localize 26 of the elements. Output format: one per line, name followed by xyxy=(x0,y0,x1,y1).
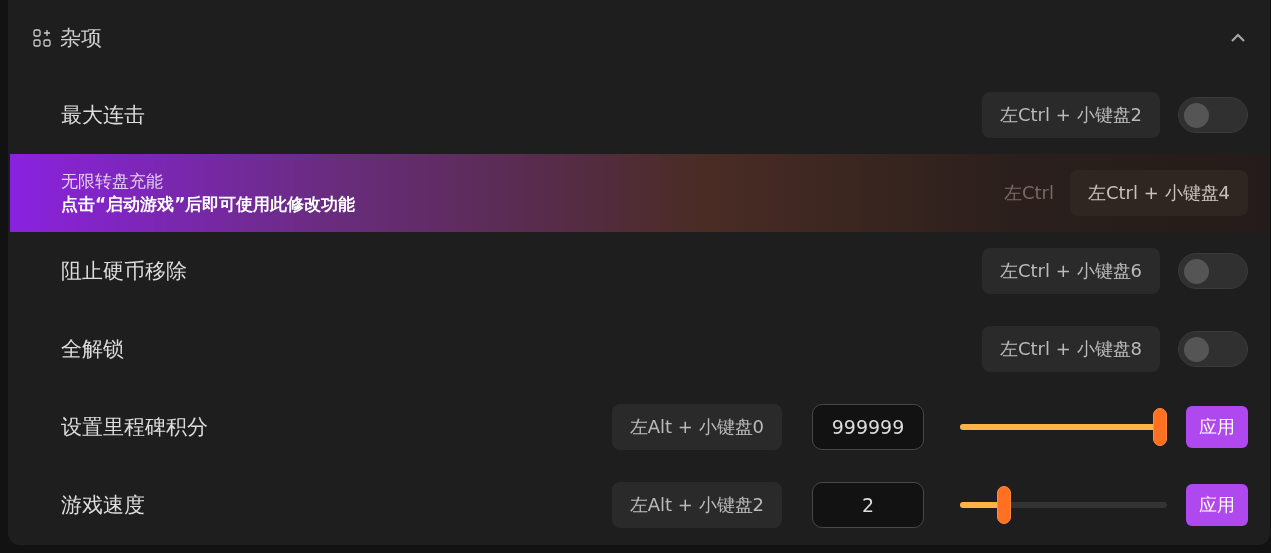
chevron-icon[interactable] xyxy=(1230,33,1246,43)
hotkey-chip[interactable]: 左Ctrl + 小键盘2 xyxy=(982,92,1160,138)
hotkey-chip[interactable]: 左Ctrl + 小键盘8 xyxy=(982,326,1160,372)
toggle-switch[interactable] xyxy=(1178,253,1248,289)
apply-button[interactable]: 应用 xyxy=(1186,484,1248,526)
hotkey-chip[interactable]: 左Alt + 小键盘2 xyxy=(611,482,782,528)
setting-label: 无限转盘充能 xyxy=(61,170,164,193)
section-title: 杂项 xyxy=(60,25,102,52)
hotkey-chip[interactable]: 左Ctrl + 小键盘6 xyxy=(982,248,1160,294)
number-field[interactable]: 999999 xyxy=(812,404,924,450)
setting-label: 游戏速度 xyxy=(61,492,145,519)
faded-hotkey: 左Ctrl xyxy=(1003,181,1054,205)
hotkey-chip[interactable]: 左Alt + 小键盘0 xyxy=(611,404,782,450)
setting-label: 最大连击 xyxy=(61,102,145,129)
notice-message: 点击“启动游戏”后即可使用此修改功能 xyxy=(61,193,356,216)
slider-thumb[interactable] xyxy=(1153,408,1167,446)
slider-thumb[interactable] xyxy=(996,486,1011,524)
apply-button[interactable]: 应用 xyxy=(1186,406,1248,448)
toggle-switch[interactable] xyxy=(1178,331,1248,367)
number-field[interactable]: 2 xyxy=(812,482,924,528)
setting-label: 全解锁 xyxy=(61,336,124,363)
setting-label: 阻止硬币移除 xyxy=(61,258,187,285)
apps-icon xyxy=(33,29,51,47)
toggle-switch[interactable] xyxy=(1178,97,1248,133)
hotkey-chip[interactable]: 左Ctrl + 小键盘4 xyxy=(1070,170,1248,216)
setting-label: 设置里程碑积分 xyxy=(61,414,208,441)
